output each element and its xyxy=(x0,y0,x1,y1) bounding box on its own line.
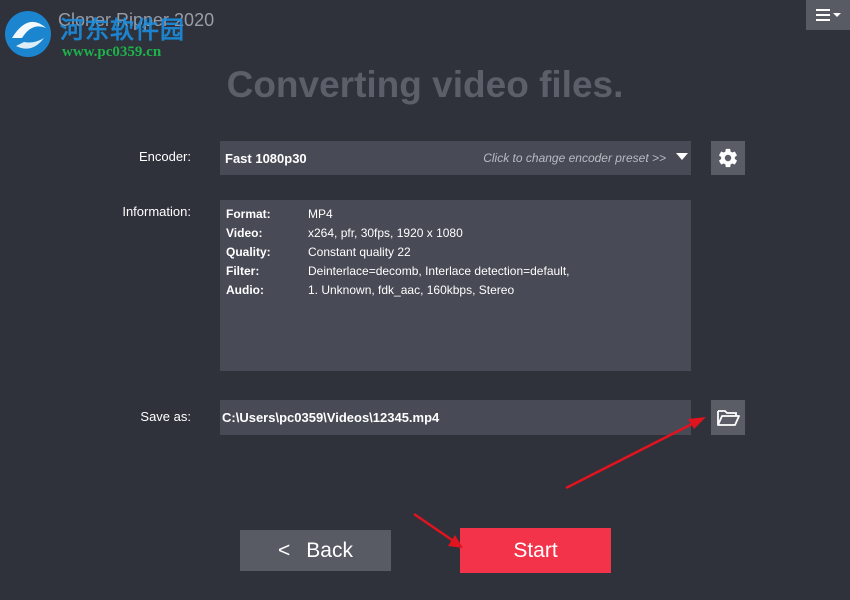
folder-open-icon xyxy=(717,409,740,426)
encoder-hint: Click to change encoder preset >> xyxy=(483,151,666,165)
info-row-video: Video: x264, pfr, 30fps, 1920 x 1080 xyxy=(226,226,463,240)
browse-folder-button[interactable] xyxy=(711,400,745,435)
menu-button[interactable] xyxy=(806,0,850,30)
save-as-label: Save as: xyxy=(140,409,191,424)
watermark-logo-icon xyxy=(5,11,51,57)
info-value: MP4 xyxy=(308,207,333,221)
information-label: Information: xyxy=(122,204,191,219)
gear-icon xyxy=(719,148,737,168)
encoder-preset-dropdown[interactable]: Fast 1080p30 Click to change encoder pre… xyxy=(220,141,691,175)
chevron-left-icon: < xyxy=(278,538,291,562)
info-value: Constant quality 22 xyxy=(308,245,411,259)
info-key: Quality: xyxy=(226,245,271,259)
info-row-audio: Audio: 1. Unknown, fdk_aac, 160kbps, Ster… xyxy=(226,283,514,297)
back-button[interactable]: < Back xyxy=(240,530,391,571)
app-window: Cloner Ripper 2020 河东软件园 www.pc0359.cn C… xyxy=(0,0,850,600)
info-row-quality: Quality: Constant quality 22 xyxy=(226,245,411,259)
watermark-url: www.pc0359.cn xyxy=(62,44,162,60)
start-button-label: Start xyxy=(513,538,558,562)
caret-down-icon xyxy=(676,153,688,160)
info-key: Video: xyxy=(226,226,263,240)
watermark-site-name: 河东软件园 xyxy=(60,16,185,44)
encoder-settings-button[interactable] xyxy=(711,141,745,175)
info-row-format: Format: MP4 xyxy=(226,207,333,221)
encoder-value: Fast 1080p30 xyxy=(225,151,307,166)
annotation-arrow-to-start xyxy=(413,512,453,542)
information-panel: Format: MP4 Video: x264, pfr, 30fps, 1920 … xyxy=(220,200,691,371)
info-value: Deinterlace=decomb, Interlace detection=… xyxy=(308,264,570,278)
start-button[interactable]: Start xyxy=(460,528,611,573)
watermark: 河东软件园 www.pc0359.cn xyxy=(0,2,210,64)
info-key: Filter: xyxy=(226,264,260,278)
info-key: Format: xyxy=(226,207,271,221)
info-value: x264, pfr, 30fps, 1920 x 1080 xyxy=(308,226,463,240)
encoder-label: Encoder: xyxy=(138,149,191,164)
hamburger-menu-icon xyxy=(816,9,841,21)
save-as-path-input[interactable] xyxy=(220,400,691,435)
back-button-label: Back xyxy=(306,538,353,562)
info-value: 1. Unknown, fdk_aac, 160kbps, Stereo xyxy=(308,283,515,297)
page-title: Converting video files. xyxy=(226,64,624,105)
info-row-filter: Filter: Deinterlace=decomb, Interlace det… xyxy=(226,264,570,278)
info-key: Audio: xyxy=(226,283,264,297)
